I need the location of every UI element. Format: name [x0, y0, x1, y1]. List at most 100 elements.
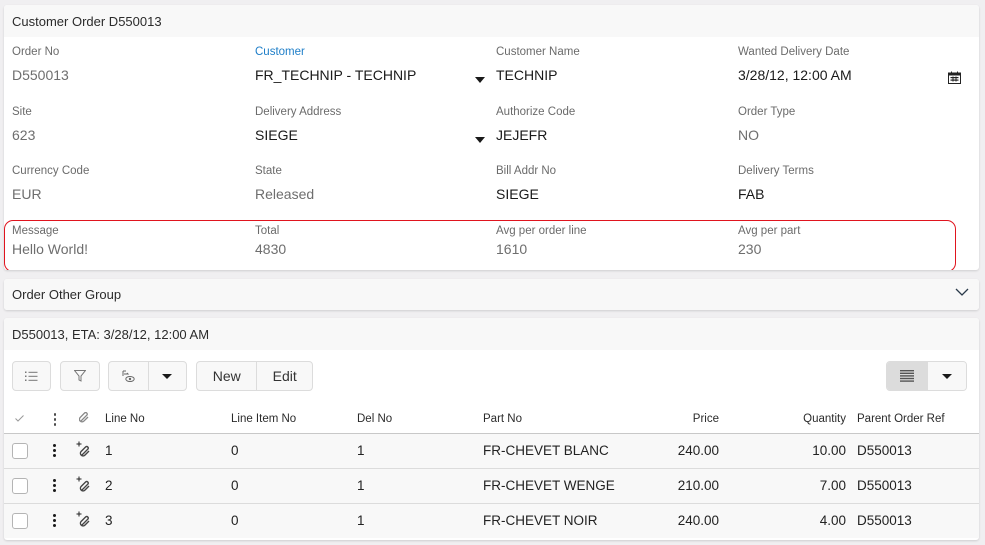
cell-del-no: 1 — [357, 468, 483, 504]
field-customer-name: Customer Name TECHNIP — [496, 46, 726, 83]
add-attachment-icon[interactable] — [76, 441, 92, 457]
delivery-terms-label: Delivery Terms — [738, 165, 814, 177]
field-delivery-terms: Delivery Terms FAB — [738, 165, 968, 202]
cell-quantity: 7.00 — [719, 468, 846, 504]
field-order-no: Order No D550013 — [12, 46, 242, 83]
state-label: State — [255, 165, 282, 177]
row-checkbox[interactable] — [12, 477, 28, 494]
row-attachment-cell[interactable] — [67, 468, 105, 504]
order-type-value: NO — [738, 127, 759, 143]
row-attachment-cell[interactable] — [67, 433, 105, 469]
field-site: Site 623 — [12, 106, 242, 143]
field-avg-per-part: Avg per part 230 — [738, 225, 968, 257]
field-wanted-delivery-date[interactable]: Wanted Delivery Date 3/28/12, 12:00 AM — [738, 46, 968, 84]
field-customer[interactable]: Customer FR_TECHNIP - TECHNIP — [255, 46, 485, 83]
order-other-group-title[interactable]: Order Other Group — [4, 279, 979, 310]
delivery-address-dropdown-caret-icon[interactable] — [475, 137, 485, 143]
table-row[interactable]: 1 0 1 FR-CHEVET BLANC 240.00 10.00 D550013 — [4, 433, 979, 469]
cell-line-no: 3 — [105, 503, 231, 538]
customer-value[interactable]: FR_TECHNIP - TECHNIP — [255, 67, 485, 83]
row-attachment-cell[interactable] — [67, 503, 105, 538]
filter-button[interactable] — [60, 361, 100, 391]
delivery-address-value[interactable]: SIEGE — [255, 127, 485, 143]
row-checkbox[interactable] — [12, 442, 28, 459]
cell-part-no: FR-CHEVET WENGE — [483, 468, 633, 504]
order-type-label: Order Type — [738, 106, 796, 118]
add-attachment-icon[interactable] — [76, 476, 92, 492]
state-value: Released — [255, 186, 315, 202]
list-button[interactable] — [12, 361, 51, 391]
authorize-code-label: Authorize Code — [496, 106, 576, 118]
caret-down-icon — [941, 373, 952, 379]
delivery-terms-value: FAB — [738, 186, 765, 202]
customer-name-label: Customer Name — [496, 46, 580, 58]
row-select-cell[interactable] — [4, 503, 37, 538]
attachments-header — [67, 406, 105, 434]
cell-del-no: 1 — [357, 433, 483, 469]
cell-quantity: 4.00 — [719, 503, 846, 538]
field-delivery-address[interactable]: Delivery Address SIEGE — [255, 106, 485, 143]
message-value: Hello World! — [12, 241, 88, 257]
calendar-icon[interactable] — [948, 71, 961, 84]
col-parent-order-ref[interactable]: Parent Order Ref — [846, 406, 979, 434]
checkmark-icon[interactable] — [15, 415, 24, 422]
field-message: Message Hello World! — [12, 225, 242, 257]
cell-line-item-no: 0 — [231, 503, 357, 538]
customer-label-link[interactable]: Customer — [255, 46, 485, 58]
row-actions-cell[interactable] — [37, 433, 67, 469]
new-edit-button-group: New Edit — [196, 361, 313, 391]
col-part-no[interactable]: Part No — [483, 406, 633, 434]
row-actions-cell[interactable] — [37, 503, 67, 538]
avg-per-part-label: Avg per part — [738, 225, 801, 237]
col-line-item-no[interactable]: Line Item No — [231, 406, 357, 434]
customer-dropdown-caret-icon[interactable] — [475, 77, 485, 83]
lines-toolbar: New Edit — [4, 350, 979, 400]
paperclip-icon — [78, 412, 89, 423]
avg-per-part-value: 230 — [738, 241, 762, 257]
row-select-cell[interactable] — [4, 433, 37, 469]
table-row[interactable]: 2 0 1 FR-CHEVET WENGE 210.00 7.00 D550013 — [4, 468, 979, 504]
col-line-no[interactable]: Line No — [105, 406, 231, 434]
table-header-row: Line No Line Item No Del No Part No Pric… — [4, 406, 979, 434]
delivery-address-label: Delivery Address — [255, 106, 342, 118]
kebab-menu-icon[interactable] — [52, 479, 56, 492]
field-state: State Released — [255, 165, 485, 202]
track-changes-dropdown-button[interactable] — [147, 362, 187, 390]
track-changes-icon — [122, 370, 135, 382]
cell-price: 240.00 — [633, 433, 719, 469]
order-no-label: Order No — [12, 46, 60, 58]
order-no-value: D550013 — [12, 67, 69, 83]
kebab-menu-icon[interactable] — [52, 514, 56, 528]
kebab-menu-icon[interactable] — [52, 444, 56, 457]
total-value: 4830 — [255, 241, 287, 257]
row-checkbox[interactable] — [12, 512, 28, 529]
field-order-type: Order Type NO — [738, 106, 968, 143]
col-quantity[interactable]: Quantity — [719, 406, 846, 434]
select-all-header[interactable] — [4, 406, 37, 434]
col-del-no[interactable]: Del No — [357, 406, 483, 434]
table-row[interactable]: 3 0 1 FR-CHEVET NOIR 240.00 4.00 D550013 — [4, 503, 979, 538]
row-select-cell[interactable] — [4, 468, 37, 504]
col-price[interactable]: Price — [633, 406, 719, 434]
cell-line-no: 1 — [105, 433, 231, 469]
cell-part-no: FR-CHEVET BLANC — [483, 433, 633, 469]
row-actions-header[interactable] — [37, 406, 67, 434]
total-label: Total — [255, 225, 280, 237]
track-changes-button[interactable] — [109, 362, 148, 390]
edit-button[interactable]: Edit — [256, 362, 312, 390]
currency-code-value: EUR — [12, 186, 42, 202]
order-other-group-card[interactable]: Order Other Group — [4, 279, 979, 310]
kebab-menu-icon[interactable] — [53, 412, 57, 426]
cell-parent-order-ref: D550013 — [846, 503, 979, 538]
cell-parent-order-ref: D550013 — [846, 433, 979, 469]
wanted-delivery-date-value[interactable]: 3/28/12, 12:00 AM — [738, 67, 968, 83]
site-label: Site — [12, 106, 32, 118]
chevron-down-icon[interactable] — [955, 288, 969, 297]
add-attachment-icon[interactable] — [76, 511, 92, 527]
new-button[interactable]: New — [197, 362, 256, 390]
table-view-button[interactable] — [887, 362, 927, 390]
bill-addr-no-value: SIEGE — [496, 186, 539, 202]
row-actions-cell[interactable] — [37, 468, 67, 504]
customer-order-card: Customer Order D550013 Order No D550013 … — [4, 5, 979, 270]
view-mode-dropdown-button[interactable] — [926, 362, 966, 390]
